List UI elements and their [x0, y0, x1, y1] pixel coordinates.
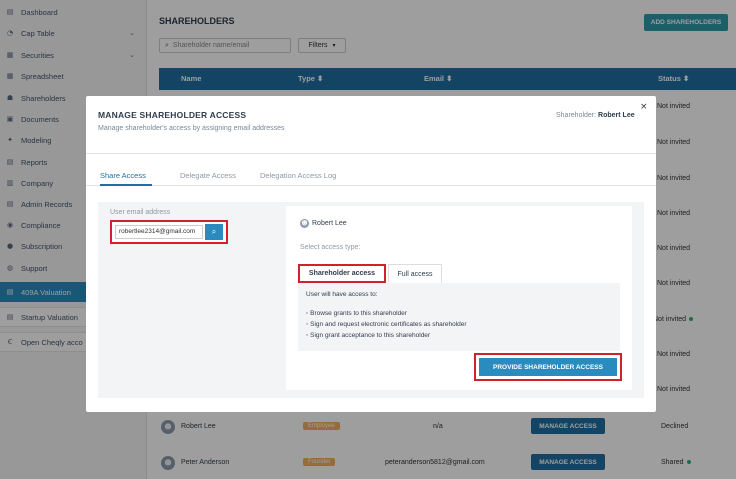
email-label: User email address — [110, 209, 171, 216]
tab-share-access[interactable]: Share Access — [100, 171, 146, 180]
provide-access-highlight: PROVIDE SHAREHOLDER ACCESS — [474, 353, 622, 381]
tabs-divider — [86, 185, 656, 186]
access-intro: User will have access to: — [306, 291, 378, 298]
list-item: ◦ Browse grants to this shareholder — [306, 310, 407, 317]
selected-user: ☻ Robert Lee — [300, 219, 347, 228]
divider — [86, 153, 656, 154]
access-panel: ☻ Robert Lee Select access type: Shareho… — [286, 206, 632, 390]
shareholder-name: Robert Lee — [598, 112, 635, 119]
manage-access-modal: MANAGE SHAREHOLDER ACCESS Manage shareho… — [86, 96, 656, 412]
provide-access-button[interactable]: PROVIDE SHAREHOLDER ACCESS — [479, 358, 617, 376]
tab-delegation-access-log[interactable]: Delegation Access Log — [260, 171, 336, 180]
close-icon[interactable]: × — [640, 102, 648, 112]
active-tab-underline — [100, 184, 152, 186]
modal-subtitle: Manage shareholder's access by assigning… — [98, 125, 285, 132]
shareholder-label-text: Shareholder: — [556, 112, 597, 119]
email-field[interactable]: robertlee2314@gmail.com — [115, 225, 203, 239]
tab-full-access[interactable]: Full access — [388, 264, 442, 283]
selected-user-name: Robert Lee — [312, 220, 347, 227]
access-type-label: Select access type: — [300, 244, 361, 251]
tab-delegate-access[interactable]: Delegate Access — [180, 171, 236, 180]
shareholder-label: Shareholder: Robert Lee — [556, 112, 635, 119]
list-item-text: Sign and request electronic certificates… — [310, 321, 467, 328]
email-field-highlight: robertlee2314@gmail.com ⌕ — [110, 220, 228, 244]
avatar: ☻ — [300, 219, 309, 228]
access-description: User will have access to: ◦ Browse grant… — [298, 283, 620, 351]
list-item: ◦ Sign and request electronic certificat… — [306, 321, 467, 328]
modal-title: MANAGE SHAREHOLDER ACCESS — [98, 110, 247, 120]
search-icon[interactable]: ⌕ — [205, 224, 223, 240]
tab-shareholder-access[interactable]: Shareholder access — [298, 264, 386, 283]
list-item-text: Browse grants to this shareholder — [310, 310, 407, 317]
list-item-text: Sign grant acceptance to this shareholde… — [310, 332, 431, 339]
list-item: ◦ Sign grant acceptance to this sharehol… — [306, 332, 431, 339]
